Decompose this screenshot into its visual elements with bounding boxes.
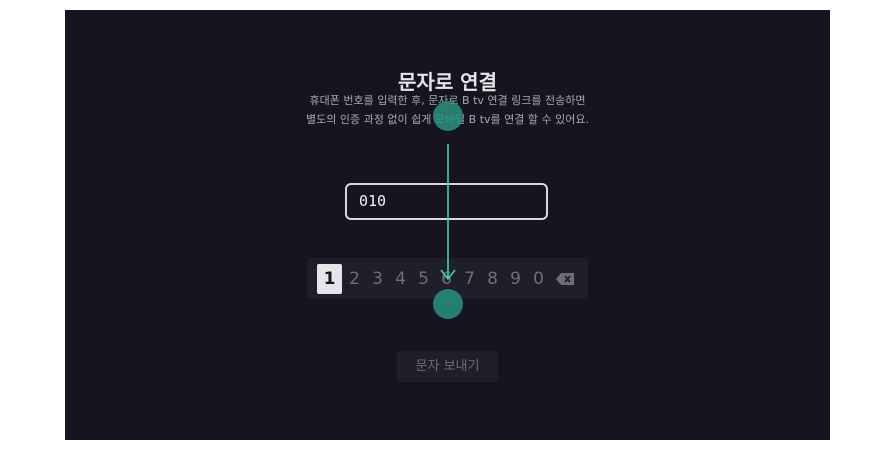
drag-gesture-overlay — [433, 101, 463, 319]
drag-end-marker — [433, 289, 463, 319]
drag-start-marker — [433, 101, 463, 131]
